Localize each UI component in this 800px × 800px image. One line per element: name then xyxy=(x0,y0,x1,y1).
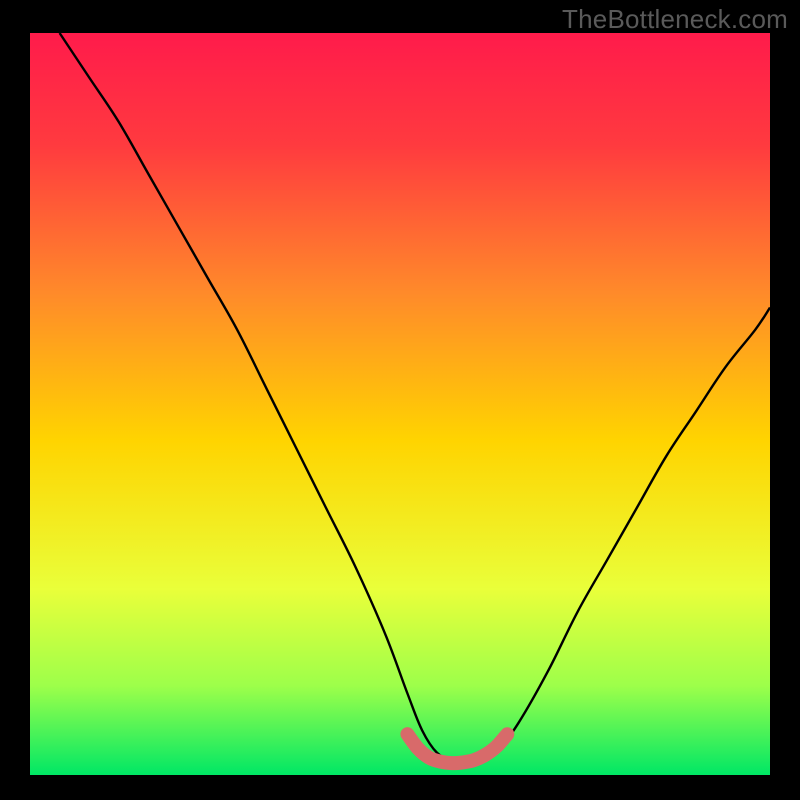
plot-background xyxy=(30,33,770,775)
chart-frame: TheBottleneck.com xyxy=(0,0,800,800)
bottleneck-plot xyxy=(0,0,800,800)
watermark-text: TheBottleneck.com xyxy=(562,4,788,35)
